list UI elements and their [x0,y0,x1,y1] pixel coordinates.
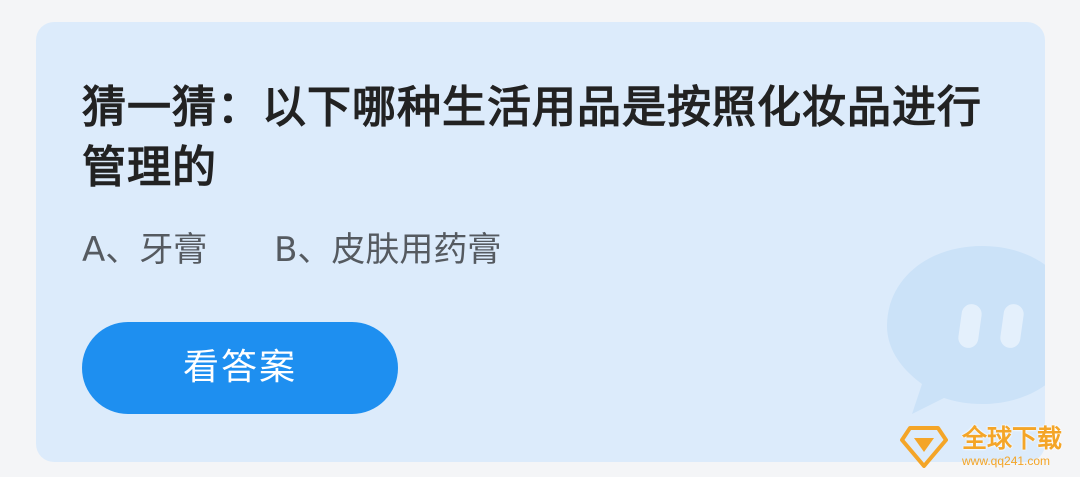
view-answer-button[interactable]: 看答案 [82,322,398,414]
quiz-card: 猜一猜：以下哪种生活用品是按照化妆品进行管理的 A、牙膏 B、皮肤用药膏 看答案 [36,22,1045,462]
option-a[interactable]: A、牙膏 [82,227,207,273]
watermark-url: www.qq241.com [962,454,1051,468]
watermark-title: 全球下载 [962,424,1063,453]
question-title: 猜一猜：以下哪种生活用品是按照化妆品进行管理的 [82,82,982,193]
watermark: 全球下载 www.qq241.com [900,420,1075,470]
option-b[interactable]: B、皮肤用药膏 [274,227,501,273]
diamond-logo-icon [900,426,948,468]
chat-bubble-mascot-icon [887,246,1045,414]
answer-options: A、牙膏 B、皮肤用药膏 [82,227,501,273]
